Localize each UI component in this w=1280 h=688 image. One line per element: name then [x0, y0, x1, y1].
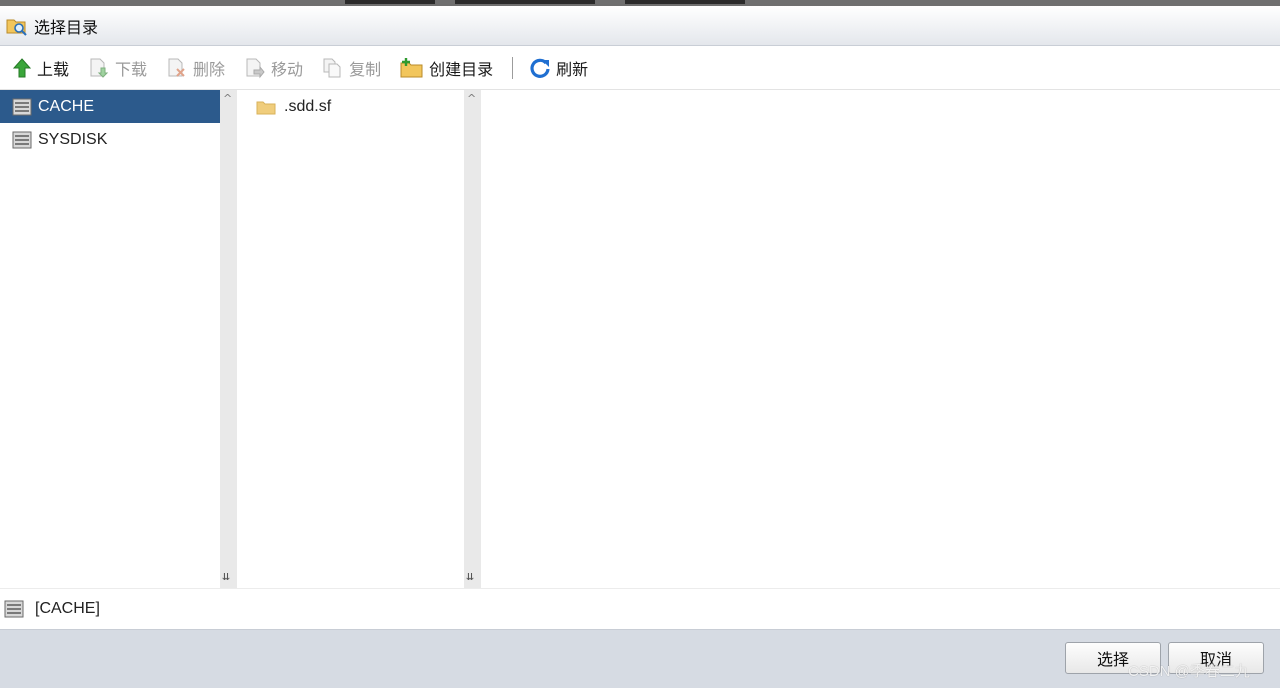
toolbar-separator	[512, 57, 514, 79]
download-button[interactable]: 下载	[88, 53, 147, 83]
dialog-titlebar: 选择目录	[0, 6, 1280, 46]
dialog-footer: 选择 取消 CSDN @季春二九	[0, 630, 1280, 688]
move-button[interactable]: 移动	[244, 53, 303, 83]
drive-item-sysdisk[interactable]: SYSDISK	[0, 123, 220, 156]
refresh-button[interactable]: 刷新	[529, 53, 588, 83]
scroll-up-icon[interactable]: ^	[223, 92, 232, 105]
upload-arrow-icon	[12, 57, 32, 79]
resize-grip-icon[interactable]: ⇊	[222, 569, 230, 584]
drive-list-scrollbar[interactable]: ^ ⇊	[220, 90, 237, 588]
move-label: 移动	[271, 60, 304, 79]
new-folder-icon	[400, 57, 424, 79]
folder-icon	[256, 99, 276, 115]
refresh-label: 刷新	[556, 60, 589, 79]
drive-list: CACHE SYSDISK	[0, 90, 220, 588]
refresh-icon	[529, 57, 551, 79]
scroll-up-icon[interactable]: ^	[467, 92, 476, 105]
download-icon	[88, 57, 110, 79]
copy-label: 复制	[349, 60, 382, 79]
toolbar: 上载 下载 删除 移动 复制 创建目录 刷新	[0, 47, 1280, 90]
folder-list-scrollbar[interactable]: ^ ⇊	[464, 90, 481, 588]
copy-button[interactable]: 复制	[322, 53, 381, 83]
drive-icon	[12, 98, 32, 116]
drive-label: CACHE	[38, 97, 95, 115]
drive-item-cache[interactable]: CACHE	[0, 90, 220, 123]
upload-button[interactable]: 上载	[12, 53, 69, 83]
create-directory-label: 创建目录	[429, 60, 494, 79]
move-icon	[244, 57, 266, 79]
file-content-pane	[481, 90, 1280, 588]
delete-button[interactable]: 删除	[166, 53, 225, 83]
dialog-title: 选择目录	[34, 17, 99, 37]
folder-list: .sdd.sf	[237, 90, 464, 588]
copy-icon	[322, 57, 344, 79]
delete-icon	[166, 57, 188, 79]
drive-icon	[12, 131, 32, 149]
create-directory-button[interactable]: 创建目录	[400, 53, 493, 83]
current-path: [CACHE]	[35, 600, 100, 617]
list-item[interactable]: .sdd.sf	[237, 90, 464, 123]
delete-label: 删除	[193, 60, 226, 79]
folder-search-icon	[6, 15, 28, 37]
download-label: 下载	[115, 60, 148, 79]
drive-icon	[4, 600, 24, 618]
watermark: CSDN @季春二九	[1128, 663, 1250, 680]
upload-label: 上载	[37, 60, 70, 79]
drive-label: SYSDISK	[38, 130, 108, 148]
folder-label: .sdd.sf	[284, 97, 332, 115]
resize-grip-icon[interactable]: ⇊	[466, 569, 474, 584]
current-path-bar: [CACHE]	[0, 588, 1280, 630]
